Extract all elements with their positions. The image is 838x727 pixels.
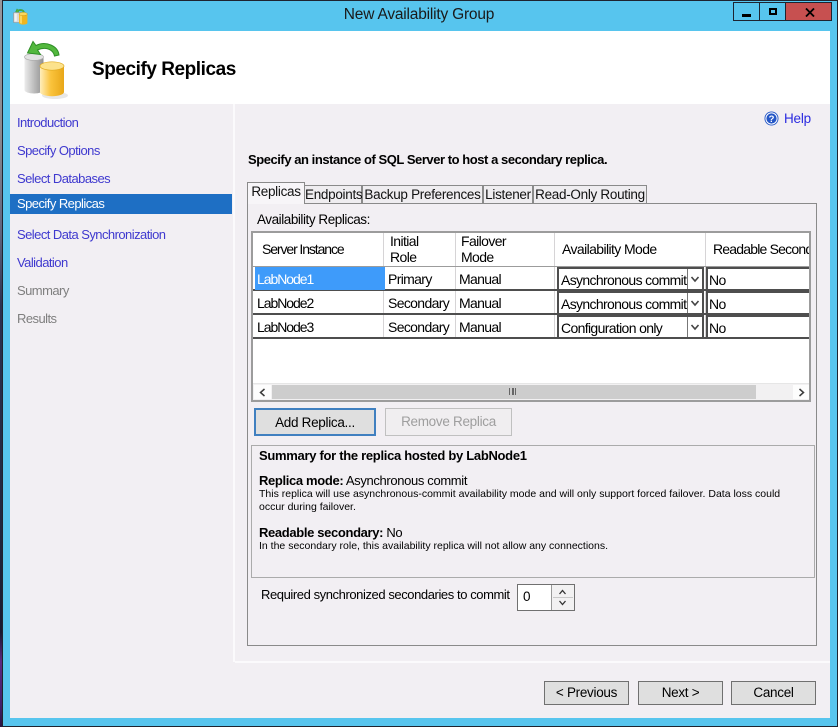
svg-text:?: ? xyxy=(769,114,775,125)
